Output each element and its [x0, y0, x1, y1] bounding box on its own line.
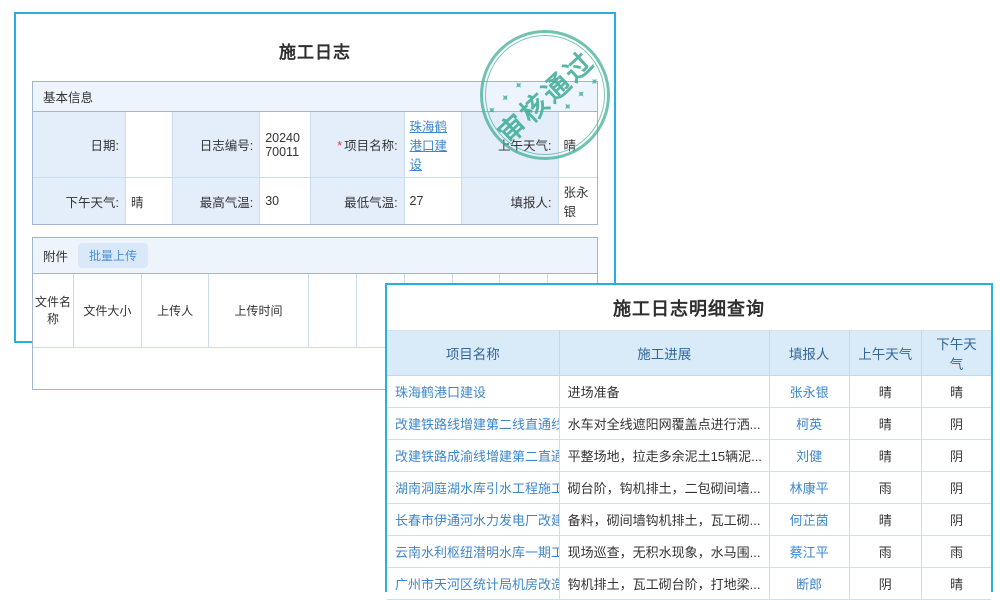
query-panel-title: 施工日志明细查询 — [387, 295, 991, 321]
reporter-cell[interactable]: 蔡江平 — [769, 536, 849, 568]
project-name-cell[interactable]: 长春市伊通河水力发电厂改建工 — [387, 504, 559, 536]
am-weather-cell: 晴 — [849, 440, 921, 472]
am-weather-value: 晴 — [558, 112, 597, 178]
pm-weather-value: 晴 — [125, 178, 172, 225]
pm-weather-label: 下午天气: — [33, 178, 125, 225]
max-temp-label: 最高气温: — [172, 178, 259, 225]
empty-column-header — [308, 274, 356, 347]
project-name-cell[interactable]: 湖南洞庭湖水库引水工程施工 — [387, 472, 559, 504]
pm-weather-cell: 晴 — [922, 568, 991, 600]
project-name-cell[interactable]: 改建铁路线增建第二线直通线 — [387, 408, 559, 440]
table-row: 广州市天河区统计局机房改造项 钩机排土，瓦工砌台阶，打地梁... 断郎 阴 晴 — [387, 568, 991, 600]
col-file-name: 文件名称 — [33, 274, 74, 347]
reporter-cell[interactable]: 何芷茵 — [769, 504, 849, 536]
min-temp-value: 27 — [404, 178, 461, 225]
reporter-cell[interactable]: 刘健 — [769, 440, 849, 472]
project-name-cell[interactable]: 云南水利枢纽潜明水库一期工程 — [387, 536, 559, 568]
log-panel-title: 施工日志 — [16, 38, 614, 63]
table-row: 珠海鹤港口建设 进场准备 张永银 晴 晴 — [387, 376, 991, 408]
col-progress: 施工进展 — [559, 331, 769, 376]
project-name-cell[interactable]: 改建铁路成渝线增建第二直通线 — [387, 440, 559, 472]
col-file-size: 文件大小 — [74, 274, 142, 347]
log-detail-query-panel: 施工日志明细查询 项目名称 施工进展 填报人 上午天气 下午天气 珠海鹤港口建设… — [385, 283, 993, 592]
col-am-weather: 上午天气 — [849, 331, 921, 376]
reporter-cell[interactable]: 柯英 — [769, 408, 849, 440]
reporter-cell[interactable]: 张永银 — [769, 376, 849, 408]
batch-upload-button[interactable]: 批量上传 — [78, 243, 148, 268]
reporter-cell[interactable]: 断郎 — [769, 568, 849, 600]
am-weather-cell: 阴 — [849, 568, 921, 600]
min-temp-label: 最低气温: — [310, 178, 404, 225]
basic-info-grid: 日期: 日志编号: 2024070011 *项目名称: 珠海鹤港口建设 上午天气… — [33, 112, 597, 224]
project-name-link[interactable]: 珠海鹤港口建设 — [410, 120, 448, 172]
pm-weather-cell: 阴 — [922, 472, 991, 504]
project-name-label: *项目名称: — [310, 112, 404, 178]
am-weather-cell: 晴 — [849, 408, 921, 440]
am-weather-cell: 晴 — [849, 504, 921, 536]
col-reporter: 填报人 — [769, 331, 849, 376]
am-weather-cell: 雨 — [849, 472, 921, 504]
progress-cell: 进场准备 — [559, 376, 769, 408]
table-row: 长春市伊通河水力发电厂改建工 备料，砌间墙钩机排土，瓦工砌... 何芷茵 晴 阴 — [387, 504, 991, 536]
log-number-value: 2024070011 — [260, 112, 311, 178]
query-table: 项目名称 施工进展 填报人 上午天气 下午天气 珠海鹤港口建设 进场准备 张永银… — [387, 330, 991, 600]
project-name-value: 珠海鹤港口建设 — [404, 112, 461, 178]
basic-info-section: 基本信息 日期: 日志编号: 2024070011 *项目名称: 珠海鹤港口建设… — [32, 81, 598, 225]
am-weather-cell: 雨 — [849, 536, 921, 568]
reporter-label: 填报人: — [461, 178, 558, 225]
progress-cell: 水车对全线遮阳网覆盖点进行洒... — [559, 408, 769, 440]
col-upload-time: 上传时间 — [209, 274, 308, 347]
table-row: 云南水利枢纽潜明水库一期工程 现场巡查，无积水现象，水马围... 蔡江平 雨 雨 — [387, 536, 991, 568]
attachments-section-header: 附件 批量上传 — [33, 238, 597, 274]
progress-cell: 钩机排土，瓦工砌台阶，打地梁... — [559, 568, 769, 600]
progress-cell: 砌台阶，钩机排土，二包砌间墙... — [559, 472, 769, 504]
table-row: 改建铁路成渝线增建第二直通线 平整场地，拉走多余泥土15辆泥... 刘健 晴 阴 — [387, 440, 991, 472]
table-row: 改建铁路线增建第二线直通线 水车对全线遮阳网覆盖点进行洒... 柯英 晴 阴 — [387, 408, 991, 440]
pm-weather-cell: 雨 — [922, 536, 991, 568]
basic-info-section-header: 基本信息 — [33, 82, 597, 112]
date-label: 日期: — [33, 112, 125, 178]
col-project-name: 项目名称 — [387, 331, 559, 376]
required-asterisk: * — [337, 139, 342, 153]
pm-weather-cell: 晴 — [922, 376, 991, 408]
col-uploader: 上传人 — [141, 274, 209, 347]
progress-cell: 备料，砌间墙钩机排土，瓦工砌... — [559, 504, 769, 536]
am-weather-label: 上午天气: — [461, 112, 558, 178]
basic-info-section-title: 基本信息 — [43, 87, 93, 106]
am-weather-cell: 晴 — [849, 376, 921, 408]
max-temp-value: 30 — [260, 178, 311, 225]
reporter-value: 张永银 — [558, 178, 597, 225]
project-name-cell[interactable]: 珠海鹤港口建设 — [387, 376, 559, 408]
pm-weather-cell: 阴 — [922, 408, 991, 440]
log-number-label: 日志编号: — [172, 112, 259, 178]
attachments-section-title: 附件 — [43, 246, 68, 265]
progress-cell: 平整场地，拉走多余泥土15辆泥... — [559, 440, 769, 472]
progress-cell: 现场巡查，无积水现象，水马围... — [559, 536, 769, 568]
col-pm-weather: 下午天气 — [922, 331, 991, 376]
pm-weather-cell: 阴 — [922, 504, 991, 536]
date-value[interactable] — [125, 112, 172, 178]
pm-weather-cell: 阴 — [922, 440, 991, 472]
reporter-cell[interactable]: 林康平 — [769, 472, 849, 504]
query-table-body: 珠海鹤港口建设 进场准备 张永银 晴 晴 改建铁路线增建第二线直通线 水车对全线… — [387, 376, 991, 600]
project-name-cell[interactable]: 广州市天河区统计局机房改造项 — [387, 568, 559, 600]
table-row: 湖南洞庭湖水库引水工程施工 砌台阶，钩机排土，二包砌间墙... 林康平 雨 阴 — [387, 472, 991, 504]
